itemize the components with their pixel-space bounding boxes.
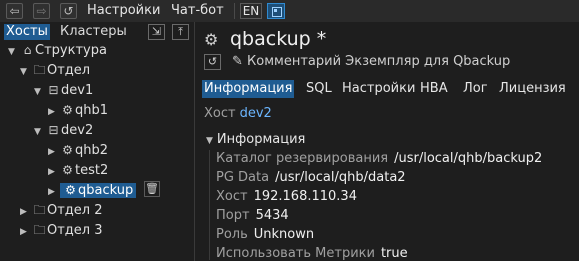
trash-icon[interactable]: 🗑 [144, 181, 160, 197]
refresh-icon[interactable]: ↺ [204, 54, 221, 70]
prop-pgdata: PG Data/usr/local/qhb/data2 [216, 170, 406, 185]
tab-license[interactable]: Лицензия [497, 80, 568, 98]
collapsed-arrow-icon[interactable]: ▶ [48, 182, 60, 202]
pencil-icon[interactable]: ✎ [232, 54, 243, 69]
home-icon: ⌂ [23, 43, 32, 57]
refresh-icon[interactable]: ↺ [60, 3, 77, 19]
server-icon: ⊟ [48, 123, 59, 137]
prop-port: Порт 5434 [216, 208, 289, 223]
collapsed-arrow-icon[interactable]: ▶ [20, 222, 32, 242]
toolbar-divider [234, 3, 235, 19]
comment-label: ✎ Комментарий Экземпляр для Qbackup [232, 54, 511, 69]
collapse-icon[interactable]: ⇲ [148, 24, 165, 40]
prop-host: Хост 192.168.110.34 [216, 189, 357, 204]
layout-toggle-icon[interactable] [267, 3, 285, 19]
host-link[interactable]: dev2 [240, 106, 272, 121]
folder-icon: 🗀 [33, 223, 46, 237]
tree-item-qhb1[interactable]: ▶ ⚙ qhb1 [48, 100, 108, 120]
tab-sql[interactable]: SQL [304, 80, 334, 98]
tab-log[interactable]: Лог [461, 80, 490, 98]
back-icon[interactable]: ⇦ [6, 3, 23, 19]
prop-role: Роль Unknown [216, 227, 315, 242]
folder-icon: 🗀 [33, 203, 46, 217]
tree-item-qbackup[interactable]: ▶ ⚙ qbackup [48, 180, 137, 202]
expand-arrow-icon[interactable]: ▼ [34, 82, 46, 102]
expand-arrow-icon[interactable]: ▼ [20, 62, 32, 82]
prop-metrics: Использовать Метрики true [216, 246, 408, 261]
page-title: qbackup * [230, 28, 327, 50]
tree-item-dept3[interactable]: ▶ 🗀 Отдел 3 [20, 220, 103, 240]
language-button[interactable]: EN [240, 3, 262, 19]
tree-item-dev1[interactable]: ▼ ⊟ dev1 [34, 80, 93, 100]
db-icon: ⚙ [62, 163, 73, 177]
forward-icon[interactable]: ⇨ [33, 3, 50, 19]
tree-item-test2[interactable]: ▶ ⚙ test2 [48, 160, 108, 180]
server-icon: ⊟ [48, 83, 59, 97]
db-icon: ⚙ [65, 183, 76, 197]
db-icon: ⚙ [62, 143, 73, 157]
tree-guide-line [209, 150, 210, 260]
collapsed-arrow-icon[interactable]: ▶ [48, 162, 60, 182]
db-icon: ⚙ [62, 103, 73, 117]
menu-settings[interactable]: Настройки [87, 3, 160, 18]
folder-icon: 🗀 [33, 63, 46, 77]
tree-item-dept[interactable]: ▼ 🗀 Отдел [20, 60, 90, 80]
tree-item-structure[interactable]: ▼ ⌂ Структура [8, 40, 107, 60]
collapsed-arrow-icon[interactable]: ▶ [48, 102, 60, 122]
top-toolbar: ⇦ ⇨ ↺ Настройки Чат-бот EN [0, 0, 579, 22]
collapsed-arrow-icon[interactable]: ▶ [48, 142, 60, 162]
tab-settings[interactable]: Настройки [340, 80, 417, 98]
tab-info[interactable]: Информация [202, 80, 295, 98]
tab-clusters[interactable]: Кластеры [58, 24, 129, 40]
tab-hosts[interactable]: Хосты [4, 24, 50, 40]
collapsed-arrow-icon[interactable]: ▶ [20, 202, 32, 222]
tree-item-qhb2[interactable]: ▶ ⚙ qhb2 [48, 140, 108, 160]
menu-chatbot[interactable]: Чат-бот [171, 3, 224, 18]
host-row: Хост dev2 [204, 106, 272, 121]
expand-arrow-icon[interactable]: ▼ [34, 122, 46, 142]
tree-item-dept2[interactable]: ▶ 🗀 Отдел 2 [20, 200, 103, 220]
tab-hba[interactable]: HBA [418, 80, 450, 98]
expand-arrow-icon[interactable]: ▼ [206, 136, 213, 146]
expand-arrow-icon[interactable]: ▼ [8, 42, 20, 62]
tree-item-dev2[interactable]: ▼ ⊟ dev2 [34, 120, 93, 140]
db-icon: ⚙ [204, 30, 219, 49]
expand-up-icon[interactable]: ⤒ [172, 24, 189, 40]
detail-panel: ⚙ qbackup * ↺ ✎ Комментарий Экземпляр дл… [196, 22, 579, 261]
prop-backup-dir: Каталог резервирования/usr/local/qhb/bac… [216, 151, 543, 166]
left-panel: Хосты Кластеры ⇲ ⤒ ▼ ⌂ Структура ▼ 🗀 Отдел ▼… [0, 22, 195, 261]
section-header[interactable]: ▼ Информация [206, 132, 305, 147]
